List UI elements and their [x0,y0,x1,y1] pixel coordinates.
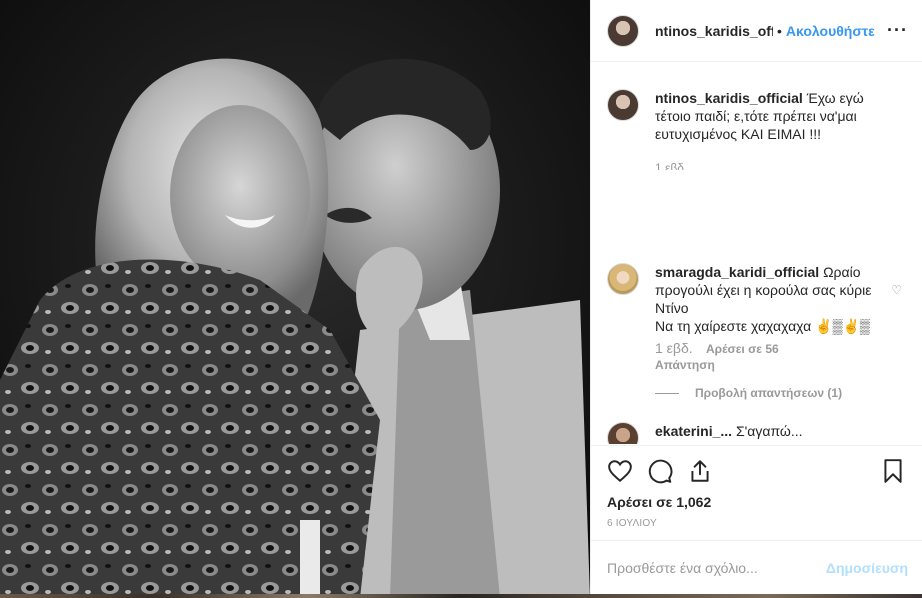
bookmark-icon[interactable] [880,458,906,484]
photo-image [0,0,590,598]
comment-time[interactable]: 1 εβδ. [655,340,693,356]
post-comment-button[interactable]: Δημοσίευση [826,560,908,576]
view-replies-label: Προβολή απαντήσεων (1) [695,386,843,400]
caption-username[interactable]: ntinos_karidis_official [655,90,803,106]
share-icon[interactable] [687,458,713,484]
more-options-icon[interactable]: ··· [887,20,908,41]
caption-time[interactable]: 1 εβδ. [655,161,687,170]
comment-username[interactable]: smaragda_karidi_official [655,264,819,280]
comments-list[interactable]: ntinos_karidis_official Έχω εγώ τέτοιο π… [591,62,922,444]
caption: ntinos_karidis_official Έχω εγώ τέτοιο π… [607,89,906,170]
avatar[interactable] [607,263,639,295]
view-replies-button[interactable]: Προβολή απαντήσεων (1) [655,386,906,400]
post-photo[interactable] [0,0,590,598]
list-item: ekaterini_... Σ'αγαπώ... [607,422,906,444]
post-header: ntinos_karidis_official • Ακολουθήστε ··… [591,0,922,62]
comment-likes[interactable]: Αρέσει σε 56 [706,342,779,356]
comment-icon[interactable] [647,458,673,484]
post-actions: Αρέσει σε 1,062 6 ΙΟΥΛΙΟΥ [591,445,922,529]
comment-text: Σ'αγαπώ... [735,423,803,439]
avatar[interactable] [607,14,639,47]
heart-icon[interactable] [607,458,633,484]
post-date[interactable]: 6 ΙΟΥΛΙΟΥ [607,518,906,529]
divider [655,392,679,394]
post-side-panel: ntinos_karidis_official • Ακολουθήστε ··… [590,0,922,594]
avatar[interactable] [607,89,639,121]
comment-text-line2: Να τη χαίρεστε χαχαχαχα ✌▒✌▒ [655,318,870,334]
likes-count[interactable]: Αρέσει σε 1,062 [607,494,906,510]
header-username[interactable]: ntinos_karidis_official [655,23,773,39]
list-item: smaragda_karidi_official Ωραίο προγούλι … [607,263,906,372]
like-comment-icon[interactable]: ♡ [891,283,902,297]
comment-input[interactable] [607,559,826,576]
separator-dot: • [777,22,782,39]
comment-username[interactable]: ekaterini_... [655,423,732,439]
follow-button[interactable]: Ακολουθήστε [786,23,875,39]
add-comment-bar: Δημοσίευση [591,540,922,594]
background-strip [0,594,922,598]
avatar[interactable] [607,422,639,444]
reply-button[interactable]: Απάντηση [655,358,877,372]
